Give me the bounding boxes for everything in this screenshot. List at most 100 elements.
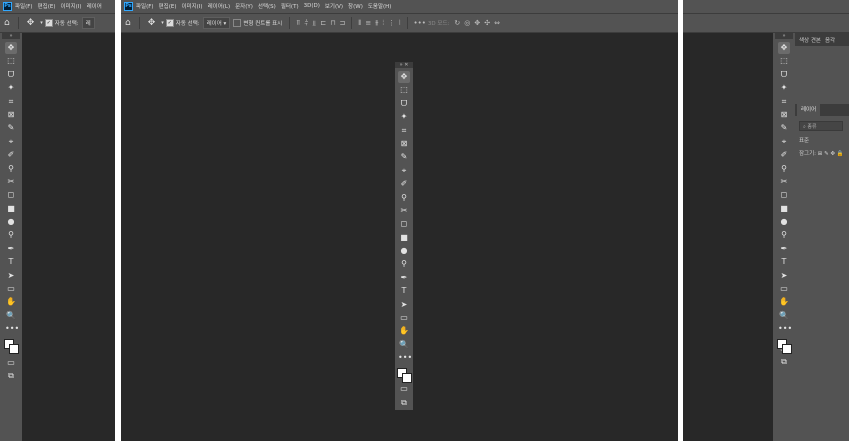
background-color-swatch[interactable] xyxy=(9,343,19,354)
healing-tool-icon[interactable]: ⌖ xyxy=(778,136,790,148)
menu-image[interactable]: 이미지(I) xyxy=(181,2,202,10)
eraser-tool-icon[interactable]: ◻ xyxy=(5,189,17,201)
brush-tool-icon[interactable]: ✐ xyxy=(5,149,17,161)
healing-tool-icon[interactable]: ⌖ xyxy=(5,136,17,148)
move-tool-icon[interactable]: ✥ xyxy=(5,42,17,54)
dodge-tool-icon[interactable]: ⚲ xyxy=(398,258,410,270)
frame-tool-icon[interactable]: ⊠ xyxy=(778,109,790,121)
history-brush-tool-icon[interactable]: ✂ xyxy=(398,205,410,217)
screen-mode-icon[interactable]: ⧉ xyxy=(5,370,17,382)
menu-type[interactable]: 문자(Y) xyxy=(235,2,253,10)
lasso-tool-icon[interactable]: ᗜ xyxy=(778,69,790,81)
zoom-tool-icon[interactable]: 🔍 xyxy=(778,310,790,322)
zoom-tool-icon[interactable]: 🔍 xyxy=(5,310,17,322)
more-tools-tool-icon[interactable]: ••• xyxy=(778,323,792,335)
path-select-tool-icon[interactable]: ➤ xyxy=(398,299,410,311)
magic-wand-tool-icon[interactable]: ✦ xyxy=(5,82,17,94)
path-select-tool-icon[interactable]: ➤ xyxy=(778,270,790,282)
eyedropper-tool-icon[interactable]: ✎ xyxy=(778,122,790,134)
hand-tool-icon[interactable]: ✋ xyxy=(5,296,17,308)
layer-select[interactable]: 레이어 ▾ xyxy=(202,17,231,29)
tools-panel-grip[interactable]: » ✕ xyxy=(395,62,413,68)
marquee-tool-icon[interactable]: ⬚ xyxy=(778,55,790,67)
more-tools-tool-icon[interactable]: ••• xyxy=(5,323,19,335)
menu-view[interactable]: 보기(V) xyxy=(325,2,343,10)
healing-tool-icon[interactable]: ⌖ xyxy=(398,165,410,177)
magic-wand-tool-icon[interactable]: ✦ xyxy=(398,111,410,123)
eyedropper-tool-icon[interactable]: ✎ xyxy=(398,151,410,163)
path-select-tool-icon[interactable]: ➤ xyxy=(5,270,17,282)
3d-roll-icon[interactable]: ◎ xyxy=(464,19,470,27)
menu-3d[interactable]: 3D(D) xyxy=(304,3,320,9)
hand-tool-icon[interactable]: ✋ xyxy=(778,296,790,308)
menu-edit[interactable]: 편집(E) xyxy=(159,2,177,10)
menu-select[interactable]: 선택(S) xyxy=(258,2,276,10)
menu-filter[interactable]: 필터(T) xyxy=(281,2,299,10)
background-color-swatch[interactable] xyxy=(402,372,412,383)
history-brush-tool-icon[interactable]: ✂ xyxy=(778,176,790,188)
chevron-down-icon[interactable]: ▾ xyxy=(161,20,164,26)
layer-filter-input[interactable]: ⌕ 종류 xyxy=(799,121,843,131)
magic-wand-tool-icon[interactable]: ✦ xyxy=(778,82,790,94)
move-tool-icon[interactable]: ✥ xyxy=(398,71,410,83)
menu-edit[interactable]: 편집(E) xyxy=(38,2,56,10)
tab-patterns[interactable]: 음각 xyxy=(825,36,835,44)
auto-select-checkbox[interactable]: ✓ xyxy=(44,19,53,27)
canvas-area[interactable] xyxy=(683,33,773,441)
align-left-icon[interactable]: ⊏ xyxy=(320,19,326,27)
crop-tool-icon[interactable]: ⌗ xyxy=(398,125,410,137)
lasso-tool-icon[interactable]: ᗜ xyxy=(398,98,410,110)
home-icon[interactable]: ⌂ xyxy=(4,18,10,28)
distribute-vcenter-icon[interactable]: ≡ xyxy=(365,19,371,27)
type-tool-icon[interactable]: T xyxy=(398,285,410,297)
shape-tool-icon[interactable]: ▭ xyxy=(5,283,17,295)
distribute-right-icon[interactable]: ⦚ xyxy=(399,19,400,28)
crop-tool-icon[interactable]: ⌗ xyxy=(5,96,17,108)
blur-tool-icon[interactable]: ● xyxy=(5,216,17,228)
more-tools-tool-icon[interactable]: ••• xyxy=(398,352,412,364)
eraser-tool-icon[interactable]: ◻ xyxy=(398,218,410,230)
history-brush-tool-icon[interactable]: ✂ xyxy=(5,176,17,188)
screen-mode-icon[interactable]: ⧉ xyxy=(778,356,790,368)
stamp-tool-icon[interactable]: ⚲ xyxy=(778,163,790,175)
3d-scale-icon[interactable]: ⇔ xyxy=(494,19,500,27)
align-top-icon[interactable]: ⫪ xyxy=(296,19,300,28)
pen-tool-icon[interactable]: ✒ xyxy=(778,243,790,255)
zoom-tool-icon[interactable]: 🔍 xyxy=(398,339,410,351)
menu-layer[interactable]: 레이어(L) xyxy=(208,2,231,10)
canvas-area[interactable] xyxy=(22,33,115,441)
tab-swatches[interactable]: 색상 견본 xyxy=(799,36,821,44)
hand-tool-icon[interactable]: ✋ xyxy=(398,325,410,337)
blur-tool-icon[interactable]: ● xyxy=(778,216,790,228)
eraser-tool-icon[interactable]: ◻ xyxy=(778,189,790,201)
gradient-tool-icon[interactable]: ■ xyxy=(778,203,790,215)
lock-pixels-icon[interactable]: ⊞ ✎ ✥ 🔒 xyxy=(818,151,844,157)
gradient-tool-icon[interactable]: ■ xyxy=(398,232,410,244)
lasso-tool-icon[interactable]: ᗜ xyxy=(5,69,17,81)
type-tool-icon[interactable]: T xyxy=(778,256,790,268)
transform-controls-checkbox[interactable] xyxy=(233,19,242,27)
marquee-tool-icon[interactable]: ⬚ xyxy=(398,84,410,96)
screen-mode-icon[interactable]: ⧉ xyxy=(398,397,410,409)
menu-window[interactable]: 창(W) xyxy=(348,2,363,10)
eyedropper-tool-icon[interactable]: ✎ xyxy=(5,122,17,134)
dodge-tool-icon[interactable]: ⚲ xyxy=(778,229,790,241)
menu-file[interactable]: 파일(F) xyxy=(136,2,154,10)
menu-image[interactable]: 이미지(I) xyxy=(60,2,81,10)
quick-mask-icon[interactable]: ▭ xyxy=(398,383,410,395)
tools-panel-grip[interactable]: » xyxy=(2,33,20,39)
shape-tool-icon[interactable]: ▭ xyxy=(778,283,790,295)
brush-tool-icon[interactable]: ✐ xyxy=(778,149,790,161)
tab-layers[interactable]: 레이어 xyxy=(797,104,821,116)
type-tool-icon[interactable]: T xyxy=(5,256,17,268)
menu-layer[interactable]: 레이어 xyxy=(87,2,102,10)
crop-tool-icon[interactable]: ⌗ xyxy=(778,96,790,108)
dodge-tool-icon[interactable]: ⚲ xyxy=(5,229,17,241)
chevron-down-icon[interactable]: ▾ xyxy=(40,20,43,26)
home-icon[interactable]: ⌂ xyxy=(125,18,131,28)
3d-slide-icon[interactable]: ✣ xyxy=(484,19,490,27)
distribute-left-icon[interactable]: ⦙ xyxy=(382,19,384,28)
align-hcenter-icon[interactable]: ⊓ xyxy=(330,19,335,27)
blur-tool-icon[interactable]: ● xyxy=(398,245,410,257)
align-right-icon[interactable]: ⊐ xyxy=(340,19,346,27)
